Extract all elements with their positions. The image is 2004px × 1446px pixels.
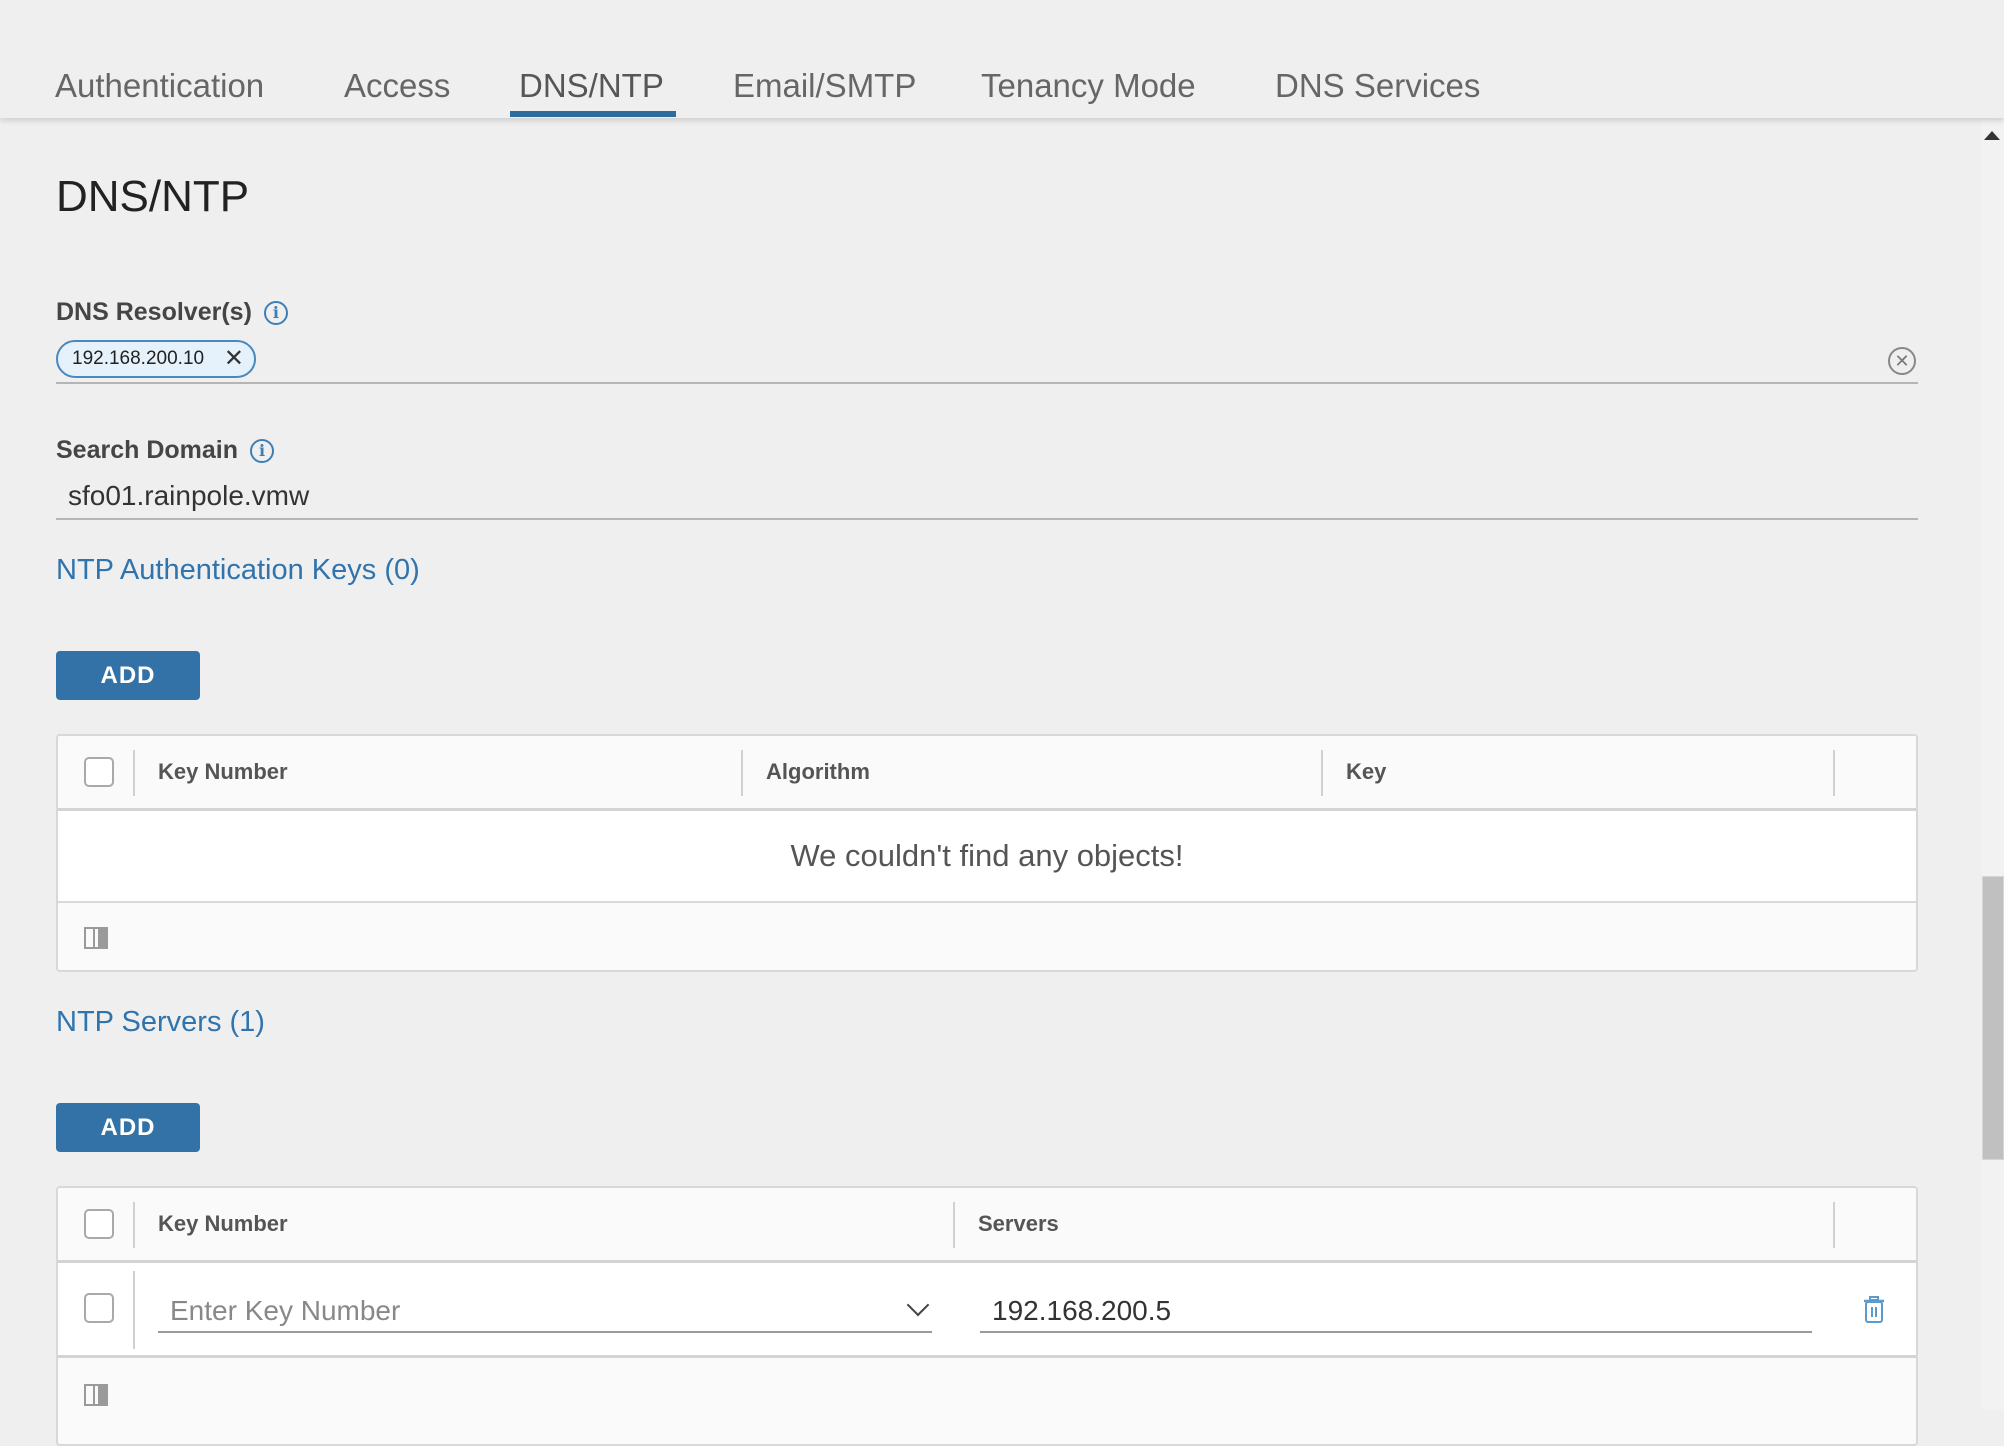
ntp-servers-grid: Key Number Servers <box>56 1186 1918 1446</box>
search-domain-input[interactable] <box>68 480 1868 512</box>
column-divider[interactable] <box>1321 750 1323 796</box>
column-header-algorithm[interactable]: Algorithm <box>766 736 870 808</box>
ntp-auth-keys-grid: Key Number Algorithm Key We couldn't fin… <box>56 734 1918 972</box>
tab-tenancy-mode[interactable]: Tenancy Mode <box>981 66 1196 106</box>
column-toggle-icon[interactable] <box>84 927 108 949</box>
column-divider[interactable] <box>1833 1202 1835 1248</box>
scrollbar-track[interactable] <box>1982 120 2004 1410</box>
column-header-key-number[interactable]: Key Number <box>158 1188 288 1260</box>
server-input[interactable] <box>980 1291 1812 1333</box>
dns-resolver-chip: 192.168.200.10 ✕ <box>56 340 256 378</box>
column-header-servers[interactable]: Servers <box>978 1188 1059 1260</box>
tab-email-smtp[interactable]: Email/SMTP <box>733 66 916 106</box>
column-divider[interactable] <box>953 1202 955 1248</box>
scrollbar-thumb[interactable] <box>1982 876 2004 1160</box>
dns-resolver-chip-value: 192.168.200.10 <box>72 348 205 369</box>
table-row <box>58 1263 1916 1358</box>
search-domain-label-text: Search Domain <box>56 436 239 464</box>
column-toggle-icon[interactable] <box>84 1384 108 1406</box>
dns-resolvers-input-underline[interactable] <box>56 382 1918 384</box>
grid-footer <box>58 903 1916 970</box>
scroll-up-arrow-icon[interactable] <box>1984 131 2000 140</box>
key-number-select[interactable] <box>158 1291 932 1333</box>
column-divider <box>133 1271 135 1349</box>
chip-remove-icon[interactable]: ✕ <box>224 347 244 371</box>
grid-header: Key Number Algorithm Key <box>58 736 1916 811</box>
column-header-key-number[interactable]: Key Number <box>158 736 288 808</box>
tab-authentication[interactable]: Authentication <box>55 66 264 106</box>
dns-resolvers-label: DNS Resolver(s) i <box>56 298 288 327</box>
dns-resolvers-label-text: DNS Resolver(s) <box>56 298 252 326</box>
empty-placeholder: We couldn't find any objects! <box>58 811 1916 903</box>
column-divider[interactable] <box>133 1202 135 1248</box>
add-ntp-server-button[interactable]: ADD <box>56 1103 200 1152</box>
column-divider[interactable] <box>741 750 743 796</box>
select-all-checkbox[interactable] <box>84 1209 114 1239</box>
info-icon[interactable]: i <box>250 438 275 463</box>
search-domain-underline <box>56 518 1918 520</box>
search-domain-label: Search Domain i <box>56 436 275 465</box>
tab-dns-ntp[interactable]: DNS/NTP <box>519 66 664 106</box>
add-auth-key-button[interactable]: ADD <box>56 651 200 700</box>
column-divider[interactable] <box>1833 750 1835 796</box>
info-icon[interactable]: i <box>263 300 288 325</box>
select-all-checkbox[interactable] <box>84 757 114 787</box>
active-tab-indicator <box>510 111 676 117</box>
column-header-key[interactable]: Key <box>1346 736 1386 808</box>
clear-all-icon[interactable]: ✕ <box>1888 347 1916 375</box>
tab-dns-services[interactable]: DNS Services <box>1275 66 1480 106</box>
trash-icon[interactable] <box>1863 1296 1885 1324</box>
page-title: DNS/NTP <box>56 172 250 221</box>
row-checkbox[interactable] <box>84 1293 114 1323</box>
tab-bar: Authentication Access DNS/NTP Email/SMTP… <box>0 0 2004 118</box>
column-divider[interactable] <box>133 750 135 796</box>
grid-header: Key Number Servers <box>58 1188 1916 1263</box>
grid-footer <box>58 1358 1916 1430</box>
tab-access[interactable]: Access <box>344 66 450 106</box>
ntp-servers-title[interactable]: NTP Servers (1) <box>56 1006 265 1039</box>
ntp-auth-keys-title[interactable]: NTP Authentication Keys (0) <box>56 554 420 587</box>
